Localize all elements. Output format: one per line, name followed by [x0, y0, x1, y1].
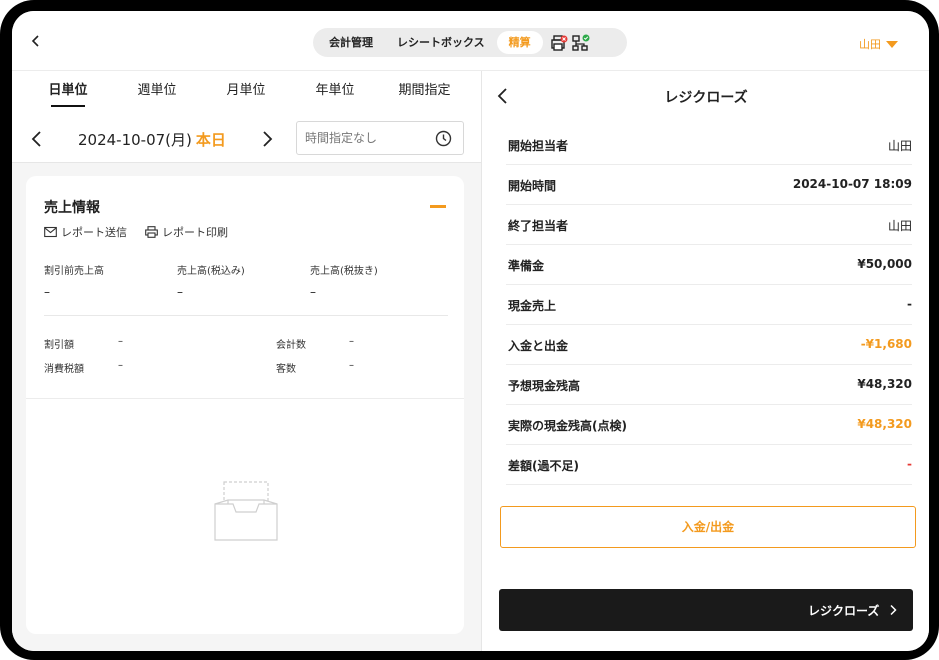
divider — [44, 315, 448, 316]
sales-info-card: 売上情報 レポート送信 レポート印刷 割引前売上高 – 売上高(税込み) – 売… — [26, 176, 464, 634]
date-navigator: 2024-10-07(月) 本日 — [12, 115, 481, 163]
main-nav-segmented-control: 会計管理 レシートボックス 精算 — [313, 28, 627, 57]
deposit-withdraw-button[interactable]: 入金/出金 — [500, 506, 916, 548]
device-frame: 会計管理 レシートボックス 精算 山田 日単位 週単位 月単位 年単位 期間指定… — [0, 0, 939, 660]
tab-monthly[interactable]: 月単位 — [190, 71, 302, 115]
print-report-label: レポート印刷 — [162, 226, 228, 239]
sales-info-title: 売上情報 — [44, 200, 100, 216]
collapse-icon[interactable] — [430, 205, 446, 208]
print-report-button[interactable]: レポート印刷 — [145, 224, 228, 240]
printer-error-icon[interactable] — [549, 33, 569, 53]
app-screen: 会計管理 レシートボックス 精算 山田 日単位 週単位 月単位 年単位 期間指定… — [12, 11, 929, 651]
user-menu[interactable]: 山田 — [859, 36, 898, 52]
user-name: 山田 — [859, 38, 881, 51]
empty-box-icon — [214, 481, 278, 541]
top-header: 会計管理 レシートボックス 精算 山田 — [12, 11, 929, 71]
time-filter-input[interactable] — [305, 129, 425, 147]
printer-icon — [145, 226, 158, 238]
chevron-right-icon[interactable] — [258, 129, 276, 149]
caret-down-icon — [886, 40, 898, 48]
tab-yearly[interactable]: 年単位 — [302, 71, 368, 115]
list-item: 現金売上 - — [506, 285, 912, 325]
register-close-button[interactable]: レジクローズ — [499, 589, 913, 631]
today-badge: 本日 — [195, 131, 226, 149]
tab-custom-period[interactable]: 期間指定 — [368, 71, 481, 115]
tab-accounting[interactable]: 会計管理 — [317, 31, 385, 54]
register-close-label: レジクローズ — [808, 604, 880, 618]
chevron-right-icon — [890, 604, 897, 616]
list-item: 入金と出金 -¥1,680 — [506, 325, 912, 365]
chevron-left-icon[interactable] — [28, 129, 46, 149]
list-item: 準備金 ¥50,000 — [506, 245, 912, 285]
list-item: 終了担当者 山田 — [506, 205, 912, 245]
discount-amount: 割引額 – — [44, 336, 123, 351]
register-close-panel: レジクローズ 開始担当者 山田 開始時間 2024-10-07 18:09 終了… — [481, 71, 929, 651]
list-item: 差額(過不足) - — [506, 445, 912, 485]
current-date: 2024-10-07(月) 本日 — [78, 129, 226, 150]
panel-title: レジクローズ — [664, 90, 748, 106]
back-icon[interactable] — [26, 31, 46, 51]
transaction-count: 会計数 – — [276, 336, 354, 351]
divider — [26, 398, 464, 399]
list-item: 開始担当者 山田 — [506, 125, 912, 165]
metric-sales-tax-excl: 売上高(税抜き) – — [310, 266, 378, 299]
metric-sales-tax-incl: 売上高(税込み) – — [177, 266, 245, 299]
period-tabs: 日単位 週単位 月単位 年単位 期間指定 — [12, 71, 481, 115]
list-item: 予想現金残高 ¥48,320 — [506, 365, 912, 405]
send-report-label: レポート送信 — [61, 226, 127, 239]
time-filter-field[interactable] — [296, 121, 464, 155]
list-item: 開始時間 2024-10-07 18:09 — [506, 165, 912, 205]
tab-receipt-box[interactable]: レシートボックス — [385, 31, 497, 54]
customer-count: 客数 – — [276, 360, 354, 375]
clock-icon — [435, 130, 452, 147]
metric-gross-sales: 割引前売上高 – — [44, 266, 104, 299]
date-value: 2024-10-07(月) — [78, 131, 192, 149]
list-item: 実際の現金残高(点検) ¥48,320 — [506, 405, 912, 445]
report-panel: 日単位 週単位 月単位 年単位 期間指定 2024-10-07(月) 本日 時間… — [12, 71, 481, 651]
tab-daily[interactable]: 日単位 — [12, 71, 124, 115]
network-ok-icon[interactable] — [571, 33, 591, 53]
report-actions: レポート送信 レポート印刷 — [44, 224, 228, 240]
tab-settlement[interactable]: 精算 — [496, 31, 543, 54]
mail-icon — [44, 226, 57, 238]
register-summary-list: 開始担当者 山田 開始時間 2024-10-07 18:09 終了担当者 山田 … — [506, 125, 912, 485]
tax-amount: 消費税額 – — [44, 360, 123, 375]
tab-weekly[interactable]: 週単位 — [124, 71, 190, 115]
send-report-button[interactable]: レポート送信 — [44, 224, 127, 240]
